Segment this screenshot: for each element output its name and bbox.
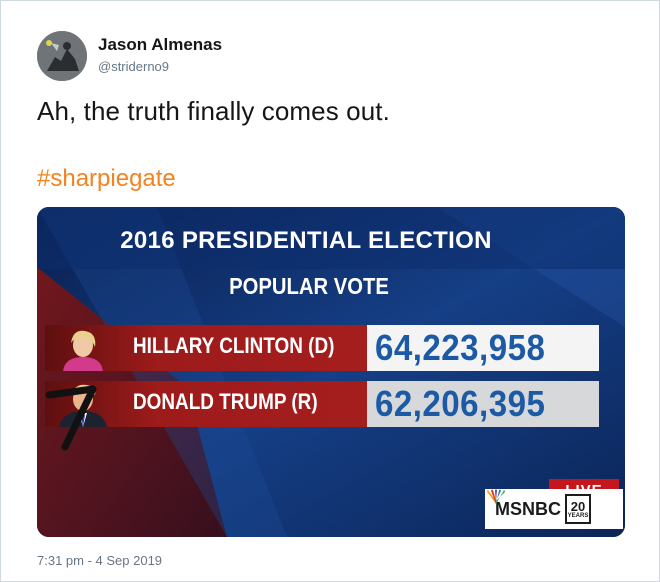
vote-count-box: 62,206,395	[367, 381, 599, 427]
hashtag-link[interactable]: #sharpiegate	[37, 165, 176, 193]
network-logo: MSNBC 20 YEARS	[485, 489, 623, 529]
anniversary-badge: 20 YEARS	[565, 494, 591, 524]
peacock-icon	[487, 489, 505, 504]
candidate-name: HILLARY CLINTON (D)	[133, 333, 335, 358]
candidate-row: DONALD TRUMP (R) 62,206,395	[37, 381, 625, 451]
popular-vote-subtitle: POPULAR VOTE	[229, 273, 389, 299]
user-handle[interactable]: @striderno9	[98, 59, 169, 74]
display-name[interactable]: Jason Almenas	[98, 35, 222, 55]
vote-count-box: 64,223,958	[367, 325, 599, 371]
anniversary-number: 20	[570, 498, 586, 514]
tweet-card: Jason Almenas @striderno9 Ah, the truth …	[0, 0, 660, 582]
avatar[interactable]	[37, 31, 87, 81]
election-title: 2016 PRESIDENTIAL ELECTION	[120, 227, 492, 254]
candidate-row: HILLARY CLINTON (D) 64,223,958	[37, 325, 625, 371]
candidate-photo	[55, 325, 111, 371]
anniversary-label: YEARS	[567, 512, 589, 519]
candidate-name: DONALD TRUMP (R)	[133, 389, 318, 414]
avatar-image	[37, 31, 87, 81]
tweet-text: Ah, the truth finally comes out.	[37, 96, 390, 126]
tweet-media-image[interactable]: 2016 PRESIDENTIAL ELECTION POPULAR VOTE …	[37, 207, 625, 537]
sharpie-mark	[45, 385, 97, 451]
media-background	[37, 207, 625, 537]
tweet-timestamp[interactable]: 7:31 pm - 4 Sep 2019	[37, 553, 162, 568]
vote-count: 62,206,395	[375, 383, 546, 424]
vote-count: 64,223,958	[375, 327, 546, 368]
